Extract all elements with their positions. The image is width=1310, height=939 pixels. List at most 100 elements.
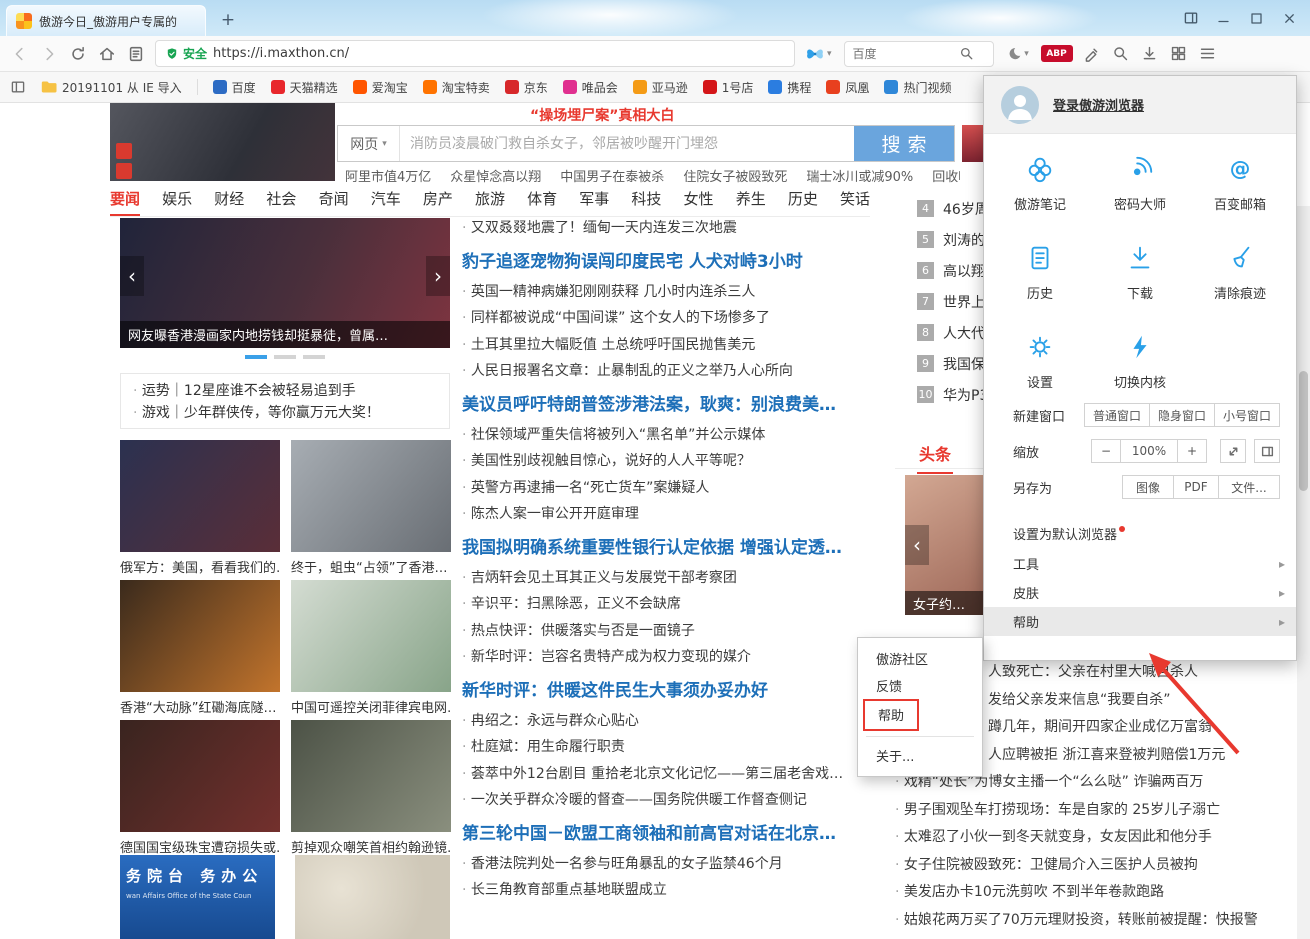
news-item[interactable]: 长三角教育部重点基地联盟成立 <box>462 877 864 904</box>
save-image-button[interactable]: 图像 <box>1122 475 1174 499</box>
tab-caijing[interactable]: 财经 <box>214 188 244 216</box>
news-item[interactable]: 姑娘花两万买了70万元理财投资，转账前被提醒：快报警 <box>895 907 1297 935</box>
news-item[interactable]: 吉炳轩会见土耳其正义与发展党干部考察团 <box>462 565 864 592</box>
apps-grid-button[interactable] <box>1165 40 1192 67</box>
avatar[interactable] <box>1001 86 1039 124</box>
menu-item-notes[interactable]: 傲游笔记 <box>990 154 1090 213</box>
carousel-dot[interactable] <box>274 355 296 359</box>
menu-item-settings[interactable]: 设置 <box>990 332 1090 391</box>
thumbnail-image[interactable] <box>120 720 280 832</box>
thumbnail-image[interactable] <box>120 580 280 692</box>
news-item[interactable]: 又双叒叕地震了！缅甸一天内连发三次地震 <box>462 215 864 242</box>
cartoon-news-image[interactable] <box>295 855 450 939</box>
news-headline[interactable]: 豹子追逐宠物狗误闯印度民宅 人犬对峙3小时 <box>462 250 864 274</box>
ad-sliver[interactable] <box>962 125 983 162</box>
tab-junshi[interactable]: 军事 <box>579 188 609 216</box>
sidebar-toggle-icon[interactable] <box>10 79 26 95</box>
carousel-prev-icon[interactable]: ‹ <box>905 525 929 565</box>
bookmark-item[interactable]: 携程 <box>768 79 811 96</box>
search-icon[interactable] <box>959 46 974 61</box>
zoom-value[interactable]: 100% <box>1120 439 1178 463</box>
tab-keji[interactable]: 科技 <box>631 188 661 216</box>
engine-search-input[interactable] <box>853 47 953 61</box>
menu-item-history[interactable]: 历史 <box>990 243 1090 302</box>
tab-qiwen[interactable]: 奇闻 <box>319 188 349 216</box>
menu-item-clear-traces[interactable]: 清除痕迹 <box>1190 243 1290 302</box>
thumbnail-caption[interactable]: 俄军方：美国，看看我们的… <box>120 557 280 576</box>
save-file-button[interactable]: 文件... <box>1218 475 1280 499</box>
zoom-out-button[interactable]: − <box>1091 439 1121 463</box>
carousel-dot[interactable] <box>245 355 267 359</box>
bookmark-item[interactable]: 天猫精选 <box>271 79 338 96</box>
gov-news-image[interactable]: 务院台 务办公 wan Affairs Office of the State … <box>120 855 275 939</box>
tab-lishi[interactable]: 历史 <box>788 188 818 216</box>
quick-link[interactable]: 游戏｜少年群侠传，等你赢万元大奖！ <box>133 402 437 424</box>
news-item[interactable]: 太难忍了小伙一到冬天就变身，女友因此和他分手 <box>895 824 1297 852</box>
carousel-next-icon[interactable]: › <box>426 256 450 296</box>
split-screen-button[interactable] <box>1254 439 1280 463</box>
tab-fangchan[interactable]: 房产 <box>423 188 453 216</box>
save-pdf-button[interactable]: PDF <box>1173 475 1219 499</box>
bookmark-item[interactable]: 凤凰 <box>826 79 869 96</box>
bookmark-item[interactable]: 1号店 <box>703 79 754 96</box>
news-item[interactable]: 陈杰人案一审公开开庭审理 <box>462 501 864 528</box>
engine-search-box[interactable] <box>844 41 994 67</box>
portal-search-input[interactable] <box>400 126 854 161</box>
thumbnail-image[interactable] <box>291 580 451 692</box>
news-item[interactable]: 荟萃中外12台剧目 重拾老北京文化记忆——第三届老舍戏… <box>462 761 864 788</box>
browser-tab[interactable]: 傲游今日_傲游用户专属的 <box>6 5 206 36</box>
address-bar[interactable]: 安全 https://i.maxthon.cn/ <box>155 40 795 67</box>
community-menu-item[interactable]: 傲游社区 <box>858 645 982 672</box>
about-menu-item[interactable]: 关于... <box>858 742 982 769</box>
news-item[interactable]: 杜庭斌：用生命履行职责 <box>462 734 864 761</box>
news-headline[interactable]: 美议员呼吁特朗普签涉港法案，耿爽：别浪费美… <box>462 393 864 417</box>
thumb-story[interactable]: 俄军方：美国，看看我们的… <box>120 440 280 576</box>
hot-link[interactable]: 众星悼念高以翔 <box>450 166 541 185</box>
news-item[interactable]: 热点快评：供暖落实与否是一面镜子 <box>462 618 864 645</box>
help-submenu-item[interactable]: 帮助 <box>858 699 982 731</box>
clean-brush-button[interactable] <box>1078 40 1105 67</box>
night-mode-button[interactable]: ▾ <box>1002 40 1036 67</box>
thumbnail-caption[interactable]: 香港“大动脉”红磡海底隧… <box>120 697 280 716</box>
set-default-browser[interactable]: 设置为默认浏览器 <box>984 517 1296 549</box>
bookmark-folder[interactable]: 20191101 从 IE 导入 <box>41 79 182 96</box>
news-carousel[interactable]: ‹ › 网友曝香港漫画家内地捞钱却挺暴徒，曾属… <box>120 218 450 348</box>
home-button[interactable] <box>93 40 120 67</box>
forward-button[interactable] <box>35 40 62 67</box>
bookmark-item[interactable]: 热门视频 <box>884 79 951 96</box>
reader-mode-button[interactable] <box>122 40 149 67</box>
tab-yaowen[interactable]: 要闻 <box>110 188 140 216</box>
tools-menu-item[interactable]: 工具▸ <box>984 549 1296 578</box>
thumbnail-image[interactable] <box>120 440 280 552</box>
news-item[interactable]: 一次关乎群众冷暖的督查——国务院供暖工作督查侧记 <box>462 787 864 814</box>
login-link[interactable]: 登录傲游浏览器 <box>1053 95 1144 114</box>
main-menu-button[interactable] <box>1194 40 1221 67</box>
tab-yule[interactable]: 娱乐 <box>162 188 192 216</box>
news-item[interactable]: 同样都被说成“中国间谍” 这个女人的下场惨多了 <box>462 305 864 332</box>
hot-link[interactable]: 阿里市值4万亿 <box>345 166 431 185</box>
tab-yangsheng[interactable]: 养生 <box>736 188 766 216</box>
thumb-story[interactable]: 终于，蛆虫“占领”了香港… <box>291 440 451 576</box>
skins-menu-item[interactable]: 皮肤▸ <box>984 578 1296 607</box>
refresh-button[interactable] <box>64 40 91 67</box>
back-button[interactable] <box>6 40 33 67</box>
help-menu-item[interactable]: 帮助▸ <box>984 607 1296 636</box>
carousel-prev-icon[interactable]: ‹ <box>120 256 144 296</box>
thumb-story[interactable]: 香港“大动脉”红磡海底隧… <box>120 580 280 716</box>
search-scope-dropdown[interactable]: 网页▾ <box>338 126 400 161</box>
carousel-dot[interactable] <box>303 355 325 359</box>
top-left-ad-banner[interactable] <box>110 103 335 181</box>
new-tab-button[interactable]: + <box>216 8 240 32</box>
menu-item-mail[interactable]: @ 百变邮箱 <box>1190 154 1290 213</box>
news-item[interactable]: 辛识平：扫黑除恶，正义不会缺席 <box>462 591 864 618</box>
portal-search-button[interactable]: 搜索 <box>854 126 954 161</box>
tab-toutiao[interactable]: 头条 <box>917 441 953 474</box>
scrollbar-thumb[interactable] <box>1299 371 1308 491</box>
tab-lvyou[interactable]: 旅游 <box>475 188 505 216</box>
news-headline[interactable]: 新华时评：供暖这件民生大事须办妥办好 <box>462 679 864 703</box>
news-item[interactable]: 美国性别歧视触目惊心，说好的人人平等呢？ <box>462 448 864 475</box>
thumbnail-image[interactable] <box>291 440 451 552</box>
page-scrollbar[interactable] <box>1297 206 1310 939</box>
tab-nvxing[interactable]: 女性 <box>684 188 714 216</box>
news-item[interactable]: 土耳其里拉大幅贬值 土总统呼吁国民抛售美元 <box>462 332 864 359</box>
